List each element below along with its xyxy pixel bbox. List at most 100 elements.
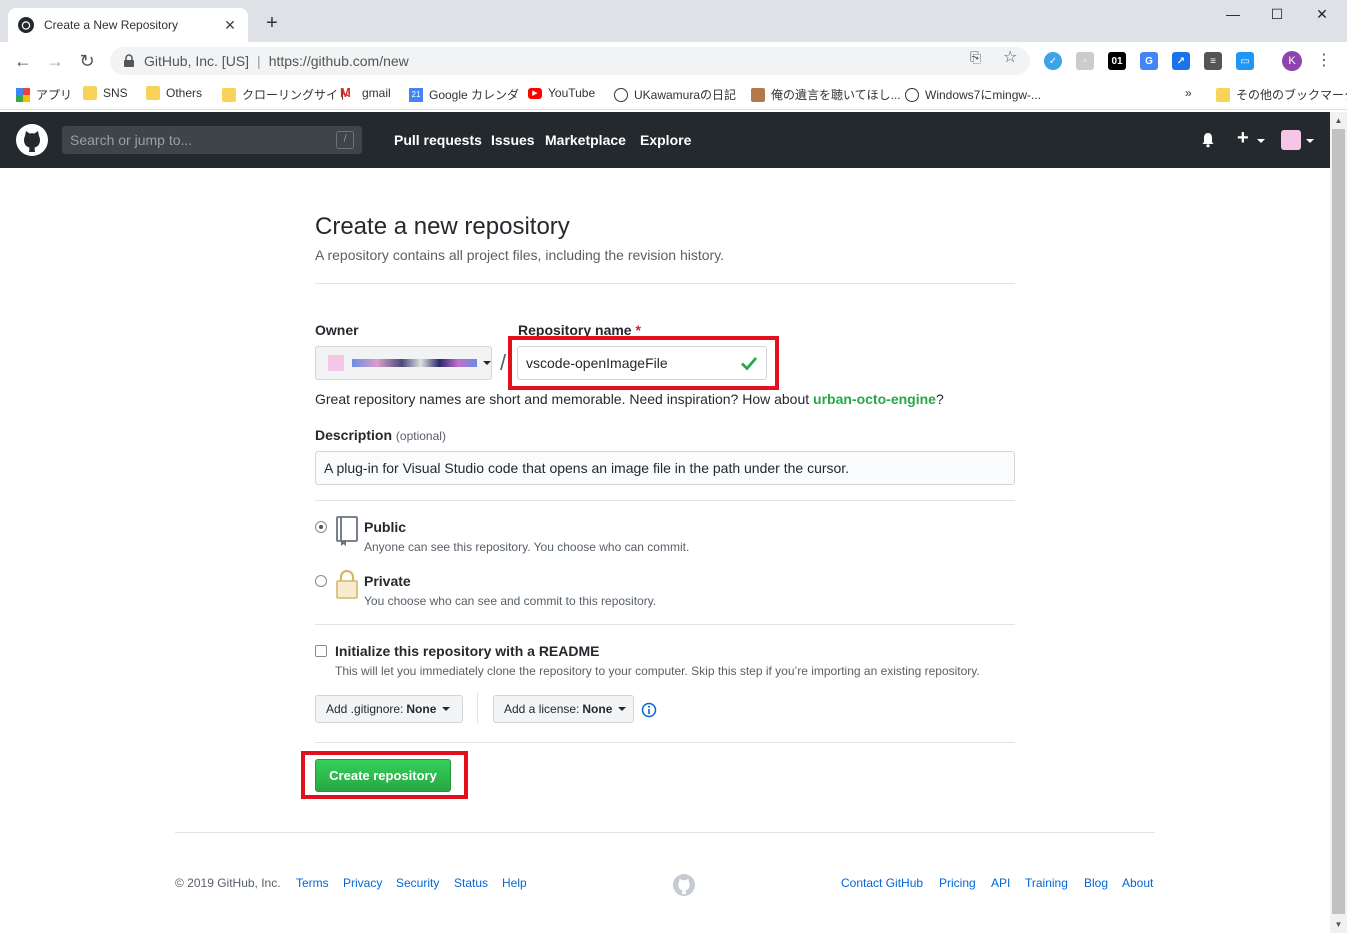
public-description: Anyone can see this repository. You choo…: [364, 540, 690, 554]
bookmarks-overflow-icon[interactable]: »: [1185, 86, 1192, 100]
bookmark-label: アプリ: [36, 88, 73, 102]
footer-link-security[interactable]: Security: [396, 876, 439, 890]
readme-title: Initialize this repository with a README: [335, 643, 600, 659]
gmail-icon: M: [340, 85, 351, 100]
footer-link-about[interactable]: About: [1122, 876, 1153, 890]
nav-explore[interactable]: Explore: [640, 132, 691, 148]
bookmark-crawling[interactable]: クローリングサイト: [222, 86, 350, 103]
footer-link-status[interactable]: Status: [454, 876, 488, 890]
browser-tab[interactable]: Create a New Repository ✕: [8, 8, 248, 42]
extension-01-icon[interactable]: 01: [1108, 52, 1126, 70]
bookmark-label: Others: [166, 86, 203, 100]
browser-tabstrip: Create a New Repository ✕ + — ☐ ✕: [0, 0, 1347, 42]
lock-icon: [336, 569, 358, 599]
footer-link-contact[interactable]: Contact GitHub: [841, 876, 923, 890]
extension-list-icon[interactable]: ≡: [1204, 52, 1222, 70]
extension-camera-icon[interactable]: ▫: [1076, 52, 1094, 70]
extension-window-icon[interactable]: ▭: [1236, 52, 1254, 70]
window-close-button[interactable]: ✕: [1312, 6, 1332, 23]
bookmark-calendar[interactable]: 21 Google カレンダ: [409, 86, 519, 103]
extension-arrow-icon[interactable]: ↗: [1172, 52, 1190, 70]
footer-link-training[interactable]: Training: [1025, 876, 1068, 890]
license-select[interactable]: Add a license: None: [493, 695, 634, 723]
create-new-plus-icon[interactable]: +: [1237, 127, 1249, 150]
user-avatar[interactable]: [1281, 130, 1301, 150]
window-minimize-button[interactable]: —: [1223, 6, 1243, 22]
private-title: Private: [364, 573, 411, 589]
address-bar[interactable]: GitHub, Inc. [US] | https://github.com/n…: [110, 47, 1030, 75]
reload-icon[interactable]: ↻: [76, 50, 98, 72]
owner-select[interactable]: [315, 346, 492, 380]
repo-name-highlight-box: [508, 336, 779, 390]
nav-issues[interactable]: Issues: [491, 132, 535, 148]
folder-icon: [146, 86, 160, 100]
owner-label: Owner: [315, 322, 359, 338]
create-button-highlight-box: [301, 751, 468, 799]
optional-tag: (optional): [395, 429, 446, 443]
bookmark-apps[interactable]: アプリ: [16, 86, 72, 103]
description-input[interactable]: [315, 451, 1015, 485]
translate-icon[interactable]: ⎘: [970, 49, 981, 66]
hint-suffix: ?: [935, 391, 944, 407]
owner-caret-icon: [483, 361, 491, 365]
license-label: Add a license:: [504, 702, 580, 716]
gitignore-value: None: [406, 702, 437, 716]
readme-description: This will let you immediately clone the …: [335, 664, 980, 678]
owner-avatar: [328, 355, 344, 371]
info-icon[interactable]: [641, 702, 657, 718]
folder-icon: [83, 86, 97, 100]
bookmark-other-bookmarks[interactable]: その他のブックマーク: [1216, 86, 1347, 103]
scroll-down-arrow-icon[interactable]: ▼: [1330, 916, 1347, 933]
calendar-icon: 21: [409, 87, 423, 102]
footer-link-blog[interactable]: Blog: [1084, 876, 1108, 890]
footer-github-logo-icon[interactable]: [672, 873, 696, 897]
nav-pull-requests[interactable]: Pull requests: [394, 132, 482, 148]
bookmark-label: SNS: [103, 86, 128, 100]
private-description: You choose who can see and commit to thi…: [364, 594, 657, 608]
bookmark-star-icon[interactable]: ☆: [1003, 47, 1017, 67]
divider: [315, 742, 1015, 743]
suggested-name-link[interactable]: urban-octo-engine: [813, 391, 936, 407]
scroll-up-arrow-icon[interactable]: ▲: [1330, 112, 1347, 129]
site-icon: [614, 87, 628, 102]
divider: [315, 624, 1015, 625]
extension-feather-icon[interactable]: ✓: [1044, 52, 1062, 70]
bookmark-yuigon[interactable]: 俺の遺言を聴いてほし...: [751, 86, 901, 103]
scrollbar-thumb[interactable]: [1332, 129, 1345, 914]
footer-link-help[interactable]: Help: [502, 876, 527, 890]
public-radio[interactable]: [315, 521, 327, 533]
apps-grid-icon: [16, 87, 30, 102]
bookmark-label: 俺の遺言を聴いてほし...: [771, 88, 901, 102]
bookmark-sns[interactable]: SNS: [83, 86, 128, 100]
tab-close-icon[interactable]: ✕: [222, 17, 238, 34]
lock-icon: [124, 54, 134, 67]
github-search-input[interactable]: Search or jump to... /: [62, 126, 362, 154]
owner-name-redacted: [351, 359, 477, 367]
footer-link-pricing[interactable]: Pricing: [939, 876, 976, 890]
notification-bell-icon[interactable]: [1200, 132, 1216, 148]
profile-avatar[interactable]: K: [1282, 51, 1302, 71]
bookmark-others[interactable]: Others: [146, 86, 202, 100]
window-maximize-button[interactable]: ☐: [1267, 6, 1287, 23]
forward-arrow-icon[interactable]: →: [44, 50, 66, 72]
private-radio[interactable]: [315, 575, 327, 587]
bookmark-gmail[interactable]: M gmail: [340, 85, 391, 101]
new-tab-button[interactable]: +: [262, 12, 282, 34]
browser-menu-icon[interactable]: ⋮: [1316, 50, 1332, 70]
bookmark-youtube[interactable]: ▶ YouTube: [528, 86, 595, 100]
footer-link-privacy[interactable]: Privacy: [343, 876, 382, 890]
search-placeholder: Search or jump to...: [70, 132, 193, 148]
readme-checkbox[interactable]: [315, 645, 327, 657]
nav-marketplace[interactable]: Marketplace: [545, 132, 626, 148]
back-arrow-icon[interactable]: ←: [12, 50, 34, 72]
bookmark-ukawamura[interactable]: UKawamuraの日記: [614, 86, 736, 103]
repo-book-icon: [336, 516, 358, 546]
footer-link-terms[interactable]: Terms: [296, 876, 329, 890]
extension-google-translate-icon[interactable]: G: [1140, 52, 1158, 70]
bookmark-windows7[interactable]: Windows7にmingw-...: [905, 86, 1041, 103]
page-subtitle: A repository contains all project files,…: [315, 247, 725, 263]
gitignore-select[interactable]: Add .gitignore: None: [315, 695, 463, 723]
footer-link-api[interactable]: API: [991, 876, 1010, 890]
page-scrollbar[interactable]: ▲ ▼: [1330, 112, 1347, 933]
github-logo-icon[interactable]: [16, 124, 48, 156]
